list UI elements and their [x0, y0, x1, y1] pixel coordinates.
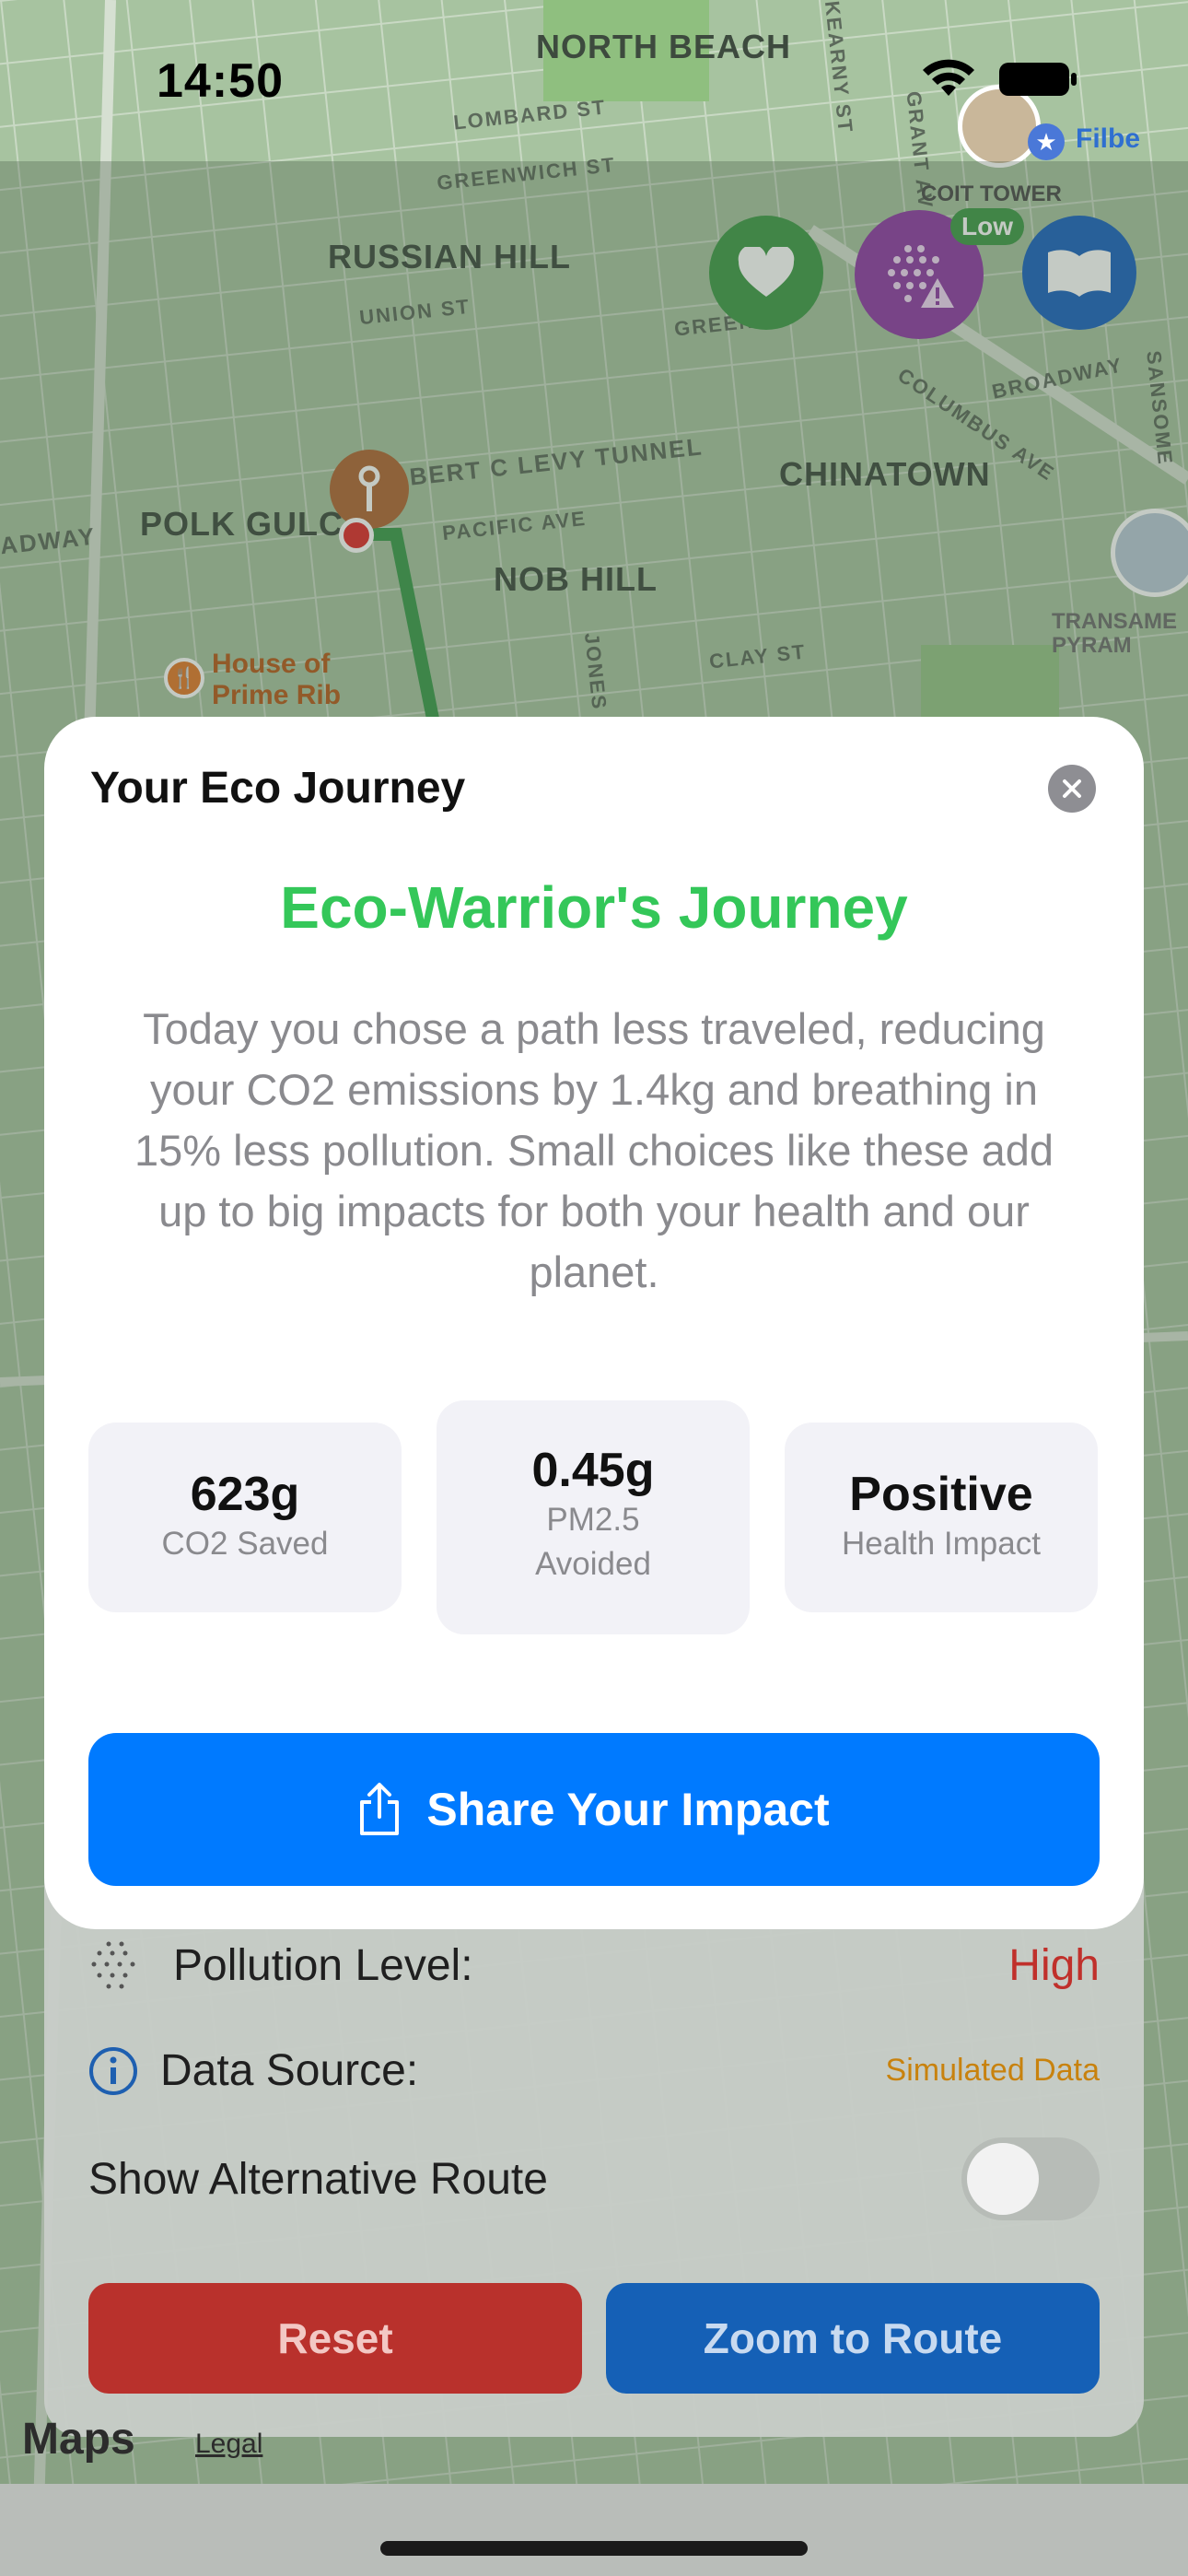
- close-button[interactable]: [1048, 765, 1096, 813]
- journey-story: Today you chose a path less traveled, re…: [134, 1004, 1054, 1296]
- share-impact-label: Share Your Impact: [426, 1784, 830, 1835]
- stat-co2-saved: 623g CO2 Saved: [88, 1423, 402, 1612]
- alternative-route-toggle[interactable]: [961, 2137, 1100, 2220]
- legal-link[interactable]: Legal: [195, 2429, 262, 2460]
- pollution-level-row: Pollution Level: High: [88, 1938, 1100, 1992]
- poi-filbert-label[interactable]: Filbe: [1076, 123, 1140, 155]
- particulates-icon: [91, 1941, 135, 1989]
- modal-title: Your Eco Journey: [90, 764, 466, 813]
- stat-health-impact: Positive Health Impact: [785, 1423, 1098, 1612]
- data-source-label: Data Source:: [160, 2046, 419, 2095]
- wifi-icon: [923, 59, 974, 96]
- journey-headline: Eco-Warrior's Journey: [280, 874, 908, 941]
- map-label-north-beach: NORTH BEACH: [536, 28, 791, 65]
- star-icon: ★: [1028, 123, 1065, 160]
- reset-button[interactable]: Reset: [88, 2283, 582, 2394]
- maps-logo-text: Maps: [22, 2415, 135, 2464]
- alternative-route-row: Show Alternative Route: [88, 2137, 1100, 2220]
- stat-label: Health Impact: [842, 1526, 1041, 1562]
- info-icon[interactable]: [88, 2046, 138, 2096]
- bottom-safe-area: [0, 2484, 1188, 2576]
- battery-icon: [999, 63, 1077, 96]
- data-source-value: Simulated Data: [885, 2053, 1100, 2088]
- share-icon: [360, 1783, 400, 1835]
- alternative-route-label: Show Alternative Route: [88, 2154, 548, 2204]
- stat-value: 0.45g: [531, 1444, 655, 1497]
- stat-value: 623g: [190, 1468, 300, 1521]
- data-source-row: Data Source: Simulated Data: [88, 2045, 1100, 2096]
- share-impact-button[interactable]: Share Your Impact: [88, 1733, 1100, 1886]
- stat-value: Positive: [849, 1468, 1033, 1521]
- stat-label: CO2 Saved: [161, 1526, 329, 1562]
- stat-pm25-avoided: 0.45g PM2.5 Avoided: [437, 1400, 750, 1634]
- eco-journey-modal: Your Eco Journey Eco-Warrior's Journey T…: [44, 717, 1144, 1929]
- home-indicator[interactable]: [380, 2541, 808, 2556]
- apple-maps-logo: Maps: [22, 2414, 135, 2465]
- pollution-level-label: Pollution Level:: [173, 1940, 473, 1990]
- close-icon: [1063, 779, 1081, 798]
- pollution-level-value: High: [1008, 1940, 1100, 1990]
- stat-label: PM2.5 Avoided: [535, 1502, 651, 1582]
- status-indicators: [921, 59, 1077, 100]
- zoom-to-route-button[interactable]: Zoom to Route: [606, 2283, 1100, 2394]
- status-time: 14:50: [157, 54, 284, 108]
